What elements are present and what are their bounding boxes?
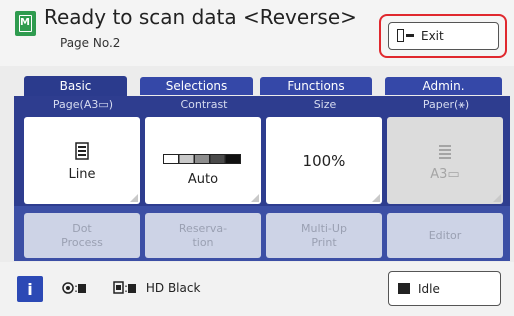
size-button[interactable]: 100% — [266, 117, 382, 204]
tab-functions[interactable]: Functions — [260, 77, 372, 95]
drum-icon — [113, 281, 124, 294]
idle-button[interactable]: Idle — [388, 271, 501, 306]
tab-basic[interactable]: Basic — [24, 76, 127, 96]
idle-label: Idle — [418, 281, 440, 296]
contrast-scale-icon — [163, 154, 241, 164]
idle-icon — [398, 283, 410, 294]
exit-icon — [397, 29, 415, 43]
reservation-button: Reserva- tion — [145, 213, 261, 258]
info-icon: i — [27, 279, 33, 299]
page-number: Page No.2 — [60, 36, 121, 50]
size-value: 100% — [302, 152, 346, 170]
dot-process-button: Dot Process — [24, 213, 140, 258]
page-type-button[interactable]: Line — [24, 117, 140, 204]
paper-button: A3▭ — [387, 117, 503, 204]
original-page-icon — [75, 142, 89, 160]
scan-data-icon: M — [15, 11, 36, 36]
ink-status-indicator: : — [62, 281, 87, 295]
page-title: Ready to scan data <Reverse> — [44, 5, 357, 29]
paper-size-value: A3▭ — [430, 167, 460, 182]
page-column-label: Page(A3▭) — [52, 98, 114, 111]
tile-corner-marker — [493, 194, 501, 202]
editor-button: Editor — [387, 213, 503, 258]
contrast-column-label: Contrast — [180, 98, 228, 111]
drum-status-indicator: : HD Black — [113, 281, 200, 295]
drum-color-icon — [128, 284, 137, 293]
scan-screen: M Ready to scan data <Reverse> Page No.2… — [0, 0, 514, 316]
paper-tray-icon — [439, 145, 451, 159]
tile-corner-marker — [372, 194, 380, 202]
contrast-button[interactable]: Auto — [145, 117, 261, 204]
size-column-label: Size — [313, 98, 337, 111]
ink-level-icon — [78, 284, 87, 293]
tile-corner-marker — [130, 194, 138, 202]
paper-column-label: Paper(⚹) — [422, 98, 470, 111]
tile-corner-marker — [251, 194, 259, 202]
ink-icon — [62, 282, 74, 294]
contrast-value: Auto — [187, 172, 219, 187]
drum-color-label: HD Black — [145, 281, 201, 295]
exit-label: Exit — [421, 29, 444, 43]
exit-button[interactable]: Exit — [388, 22, 499, 50]
multi-up-print-button: Multi-Up Print — [266, 213, 382, 258]
info-button[interactable]: i — [17, 276, 43, 302]
page-type-value: Line — [68, 167, 96, 182]
tab-admin[interactable]: Admin. — [385, 77, 502, 95]
tab-selections[interactable]: Selections — [140, 77, 253, 95]
header: M Ready to scan data <Reverse> Page No.2… — [0, 0, 514, 66]
